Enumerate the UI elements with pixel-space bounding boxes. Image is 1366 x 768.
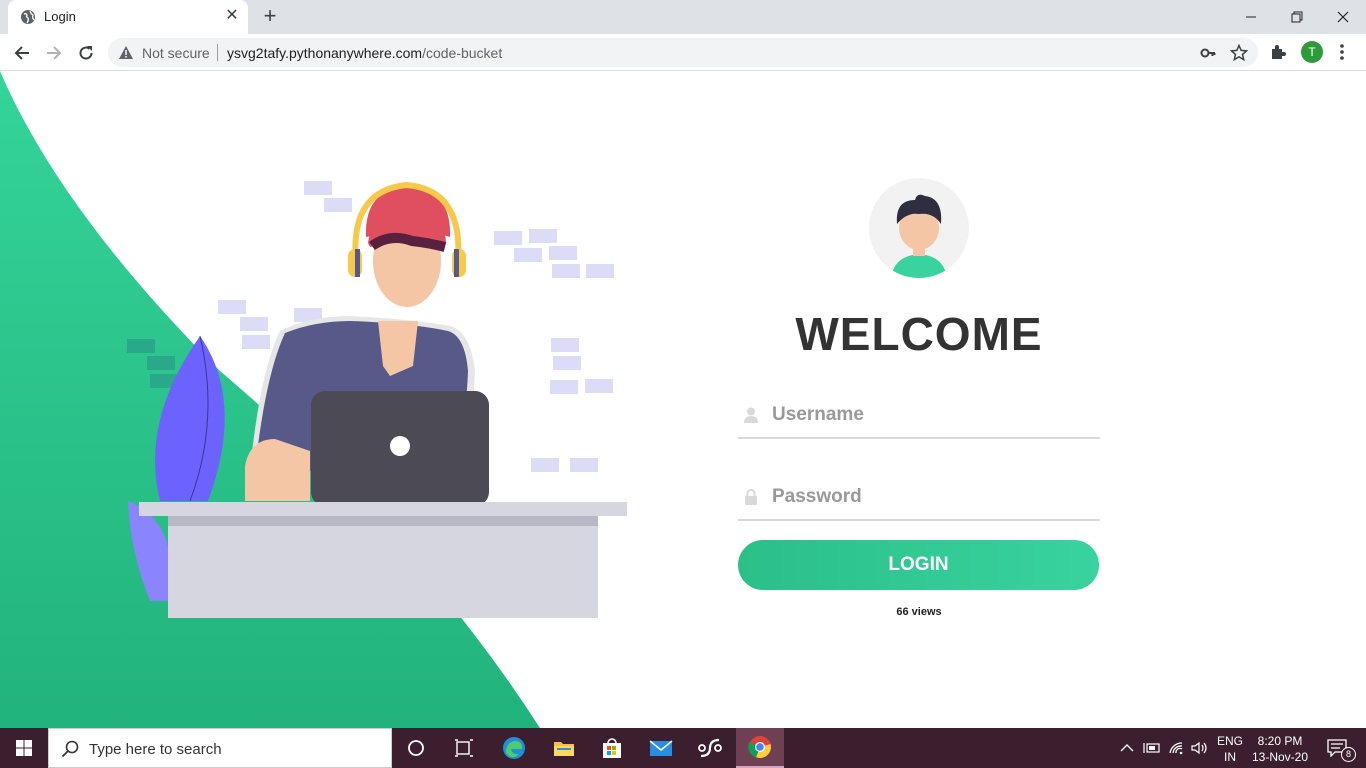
battery-status[interactable] <box>1143 740 1161 756</box>
language-region: IN <box>1224 750 1236 764</box>
forward-arrow-icon <box>47 46 62 60</box>
restore-button[interactable] <box>1274 0 1320 34</box>
user-icon <box>744 407 758 423</box>
minimize-button[interactable] <box>1228 0 1274 34</box>
username-input[interactable] <box>772 401 1092 429</box>
system-clock[interactable]: 8:20 PM 13-Nov-20 <box>1248 733 1312 765</box>
store-bag-icon <box>603 738 621 758</box>
taskbar-search-box[interactable]: Type here to search <box>48 728 392 768</box>
password-input[interactable] <box>772 483 1092 511</box>
reload-icon <box>79 46 93 60</box>
login-button[interactable]: LOGIN <box>738 540 1099 590</box>
url-domain: ysvg2tafy.pythonanywhere.com <box>227 45 423 61</box>
store-app[interactable] <box>588 728 636 768</box>
username-field <box>738 393 1100 439</box>
cortana-button[interactable] <box>392 728 440 768</box>
reload-button[interactable] <box>72 39 100 67</box>
volume-control[interactable] <box>1191 740 1209 756</box>
lock-icon <box>745 489 757 505</box>
chevron-up-icon <box>1120 744 1134 752</box>
notification-count-badge: 8 <box>1341 747 1356 762</box>
forward-button[interactable] <box>40 39 68 67</box>
clock-time: 8:20 PM <box>1257 734 1303 748</box>
search-placeholder: Type here to search <box>89 741 222 758</box>
curve-app-icon <box>698 738 722 758</box>
cortana-circle-icon <box>408 740 424 756</box>
warning-icon[interactable] <box>118 45 134 60</box>
windows-taskbar: Type here to search ENG IN 8:20 PM 13-No… <box>0 728 1366 768</box>
back-button[interactable] <box>8 39 36 67</box>
browser-tab[interactable]: Login ✕ <box>8 0 248 34</box>
wifi-status[interactable] <box>1168 740 1186 756</box>
language-code: ENG <box>1216 734 1243 748</box>
password-field <box>738 475 1100 521</box>
chrome-icon <box>748 736 771 759</box>
minimize-icon <box>1246 16 1256 18</box>
speaker-icon <box>1191 741 1207 755</box>
tab-title: Login <box>44 9 76 24</box>
welcome-heading: WELCOME <box>795 308 1043 360</box>
battery-icon <box>1143 743 1160 753</box>
file-explorer-app[interactable] <box>540 728 588 768</box>
user-avatar <box>869 178 969 278</box>
search-icon <box>61 740 79 758</box>
action-center-button[interactable]: 8 <box>1316 728 1366 768</box>
developer-illustration <box>127 181 627 618</box>
browser-toolbar: Not secure ysvg2tafy.pythonanywhere.com/… <box>0 34 1366 71</box>
url-separator <box>217 44 218 61</box>
edge-app[interactable] <box>490 728 538 768</box>
view-count: 66 views <box>896 606 942 618</box>
windows-logo-icon <box>16 740 32 756</box>
login-panel: WELCOME LOGIN 66 views <box>738 71 1100 728</box>
show-hidden-icons-button[interactable] <box>1120 740 1134 756</box>
edge-browser-icon <box>503 737 525 759</box>
start-button[interactable] <box>0 728 48 768</box>
not-secure-label[interactable]: Not secure <box>142 45 210 61</box>
close-icon <box>1337 11 1349 23</box>
url-path: /code-bucket <box>422 45 503 61</box>
close-tab-icon[interactable]: ✕ <box>224 8 240 24</box>
login-page: WELCOME LOGIN 66 views <box>0 71 1366 728</box>
chrome-app[interactable] <box>736 728 784 768</box>
pinned-app[interactable] <box>686 728 734 768</box>
browser-menu-icon[interactable] <box>1340 42 1344 62</box>
task-view-button[interactable] <box>440 728 488 768</box>
restore-icon <box>1291 11 1303 23</box>
task-view-icon <box>455 739 473 757</box>
wifi-icon <box>1169 742 1183 755</box>
back-arrow-icon <box>14 46 29 60</box>
extensions-puzzle-icon[interactable] <box>1270 44 1286 60</box>
language-indicator[interactable]: ENG IN <box>1216 733 1244 765</box>
new-tab-button[interactable]: + <box>258 5 282 29</box>
bookmark-star-icon[interactable] <box>1230 44 1248 62</box>
url-text[interactable]: ysvg2tafy.pythonanywhere.com/code-bucket <box>227 45 502 61</box>
globe-icon <box>21 10 35 24</box>
profile-avatar[interactable]: T <box>1301 41 1323 63</box>
key-icon[interactable] <box>1200 45 1216 61</box>
avatar-person-icon <box>891 194 947 278</box>
mail-envelope-icon <box>649 740 673 756</box>
folder-icon <box>554 742 574 756</box>
address-bar[interactable]: Not secure ysvg2tafy.pythonanywhere.com/… <box>108 38 1258 67</box>
close-window-button[interactable] <box>1320 0 1366 34</box>
mail-app[interactable] <box>637 728 685 768</box>
clock-date: 13-Nov-20 <box>1251 750 1309 764</box>
browser-tab-bar: Login ✕ + <box>0 0 1366 34</box>
